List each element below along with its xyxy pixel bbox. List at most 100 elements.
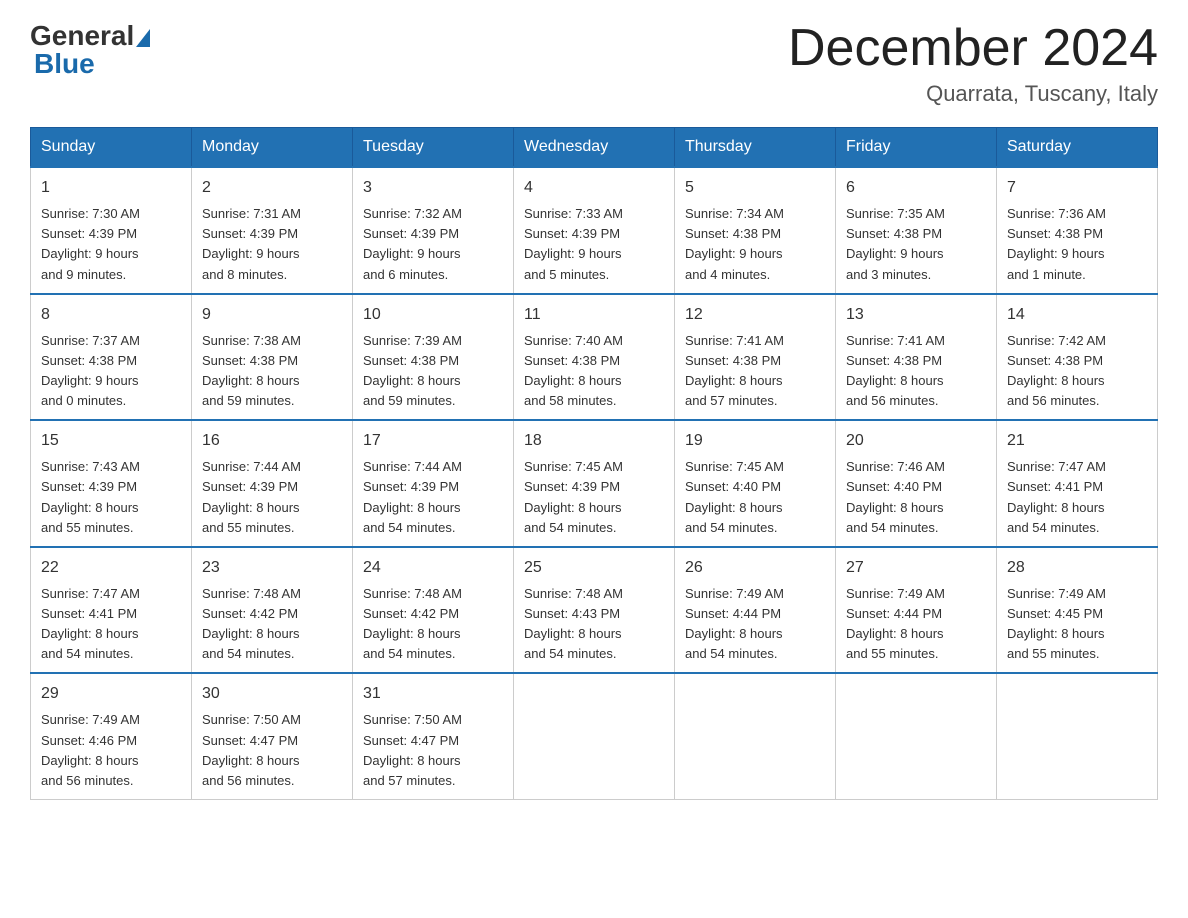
day-info: Sunrise: 7:31 AMSunset: 4:39 PMDaylight:… bbox=[202, 204, 342, 285]
calendar-week-row: 22 Sunrise: 7:47 AMSunset: 4:41 PMDayligh… bbox=[31, 547, 1158, 674]
day-info: Sunrise: 7:38 AMSunset: 4:38 PMDaylight:… bbox=[202, 331, 342, 412]
day-info: Sunrise: 7:47 AMSunset: 4:41 PMDaylight:… bbox=[1007, 457, 1147, 538]
calendar-cell: 26 Sunrise: 7:49 AMSunset: 4:44 PMDayligh… bbox=[675, 547, 836, 674]
day-info: Sunrise: 7:33 AMSunset: 4:39 PMDaylight:… bbox=[524, 204, 664, 285]
day-number: 24 bbox=[363, 556, 503, 580]
calendar-cell: 12Sunrise: 7:41 AMSunset: 4:38 PMDayligh… bbox=[675, 294, 836, 421]
calendar-cell: 21 Sunrise: 7:47 AMSunset: 4:41 PMDayligh… bbox=[997, 420, 1158, 547]
day-info: Sunrise: 7:49 AMSunset: 4:46 PMDaylight:… bbox=[41, 710, 181, 791]
calendar-cell: 17Sunrise: 7:44 AMSunset: 4:39 PMDayligh… bbox=[353, 420, 514, 547]
day-info: Sunrise: 7:45 AMSunset: 4:40 PMDaylight:… bbox=[685, 457, 825, 538]
day-number: 26 bbox=[685, 556, 825, 580]
day-info: Sunrise: 7:32 AMSunset: 4:39 PMDaylight:… bbox=[363, 204, 503, 285]
day-number: 27 bbox=[846, 556, 986, 580]
calendar-header-wednesday: Wednesday bbox=[514, 128, 675, 168]
day-info: Sunrise: 7:44 AMSunset: 4:39 PMDaylight:… bbox=[202, 457, 342, 538]
day-number: 3 bbox=[363, 176, 503, 200]
calendar-cell: 9 Sunrise: 7:38 AMSunset: 4:38 PMDaylight… bbox=[192, 294, 353, 421]
day-info: Sunrise: 7:42 AMSunset: 4:38 PMDaylight:… bbox=[1007, 331, 1147, 412]
day-number: 25 bbox=[524, 556, 664, 580]
day-info: Sunrise: 7:50 AMSunset: 4:47 PMDaylight:… bbox=[202, 710, 342, 791]
day-info: Sunrise: 7:41 AMSunset: 4:38 PMDaylight:… bbox=[685, 331, 825, 412]
calendar-cell: 18 Sunrise: 7:45 AMSunset: 4:39 PMDayligh… bbox=[514, 420, 675, 547]
day-number: 11 bbox=[524, 303, 664, 327]
calendar-table: SundayMondayTuesdayWednesdayThursdayFrid… bbox=[30, 127, 1158, 800]
day-info: Sunrise: 7:44 AMSunset: 4:39 PMDaylight:… bbox=[363, 457, 503, 538]
calendar-week-row: 29 Sunrise: 7:49 AMSunset: 4:46 PMDayligh… bbox=[31, 673, 1158, 799]
day-number: 23 bbox=[202, 556, 342, 580]
calendar-cell: 10 Sunrise: 7:39 AMSunset: 4:38 PMDayligh… bbox=[353, 294, 514, 421]
logo-blue-text: Blue bbox=[34, 48, 95, 79]
calendar-header-row: SundayMondayTuesdayWednesdayThursdayFrid… bbox=[31, 128, 1158, 168]
calendar-week-row: 8 Sunrise: 7:37 AMSunset: 4:38 PMDaylight… bbox=[31, 294, 1158, 421]
day-info: Sunrise: 7:49 AMSunset: 4:44 PMDaylight:… bbox=[685, 584, 825, 665]
day-number: 9 bbox=[202, 303, 342, 327]
day-info: Sunrise: 7:50 AMSunset: 4:47 PMDaylight:… bbox=[363, 710, 503, 791]
calendar-cell: 11Sunrise: 7:40 AMSunset: 4:38 PMDayligh… bbox=[514, 294, 675, 421]
calendar-cell bbox=[997, 673, 1158, 799]
calendar-cell: 8 Sunrise: 7:37 AMSunset: 4:38 PMDaylight… bbox=[31, 294, 192, 421]
day-info: Sunrise: 7:47 AMSunset: 4:41 PMDaylight:… bbox=[41, 584, 181, 665]
day-info: Sunrise: 7:49 AMSunset: 4:45 PMDaylight:… bbox=[1007, 584, 1147, 665]
day-number: 2 bbox=[202, 176, 342, 200]
day-number: 1 bbox=[41, 176, 181, 200]
day-number: 13 bbox=[846, 303, 986, 327]
day-info: Sunrise: 7:45 AMSunset: 4:39 PMDaylight:… bbox=[524, 457, 664, 538]
calendar-header-friday: Friday bbox=[836, 128, 997, 168]
day-number: 20 bbox=[846, 429, 986, 453]
day-info: Sunrise: 7:39 AMSunset: 4:38 PMDaylight:… bbox=[363, 331, 503, 412]
day-number: 18 bbox=[524, 429, 664, 453]
calendar-header-tuesday: Tuesday bbox=[353, 128, 514, 168]
calendar-cell: 5 Sunrise: 7:34 AMSunset: 4:38 PMDaylight… bbox=[675, 167, 836, 294]
day-number: 10 bbox=[363, 303, 503, 327]
day-info: Sunrise: 7:49 AMSunset: 4:44 PMDaylight:… bbox=[846, 584, 986, 665]
calendar-cell: 6 Sunrise: 7:35 AMSunset: 4:38 PMDaylight… bbox=[836, 167, 997, 294]
calendar-cell: 3 Sunrise: 7:32 AMSunset: 4:39 PMDaylight… bbox=[353, 167, 514, 294]
calendar-cell bbox=[675, 673, 836, 799]
logo: General Blue bbox=[30, 20, 152, 80]
day-info: Sunrise: 7:37 AMSunset: 4:38 PMDaylight:… bbox=[41, 331, 181, 412]
day-number: 8 bbox=[41, 303, 181, 327]
day-info: Sunrise: 7:34 AMSunset: 4:38 PMDaylight:… bbox=[685, 204, 825, 285]
calendar-cell: 30 Sunrise: 7:50 AMSunset: 4:47 PMDayligh… bbox=[192, 673, 353, 799]
calendar-cell: 1 Sunrise: 7:30 AMSunset: 4:39 PMDaylight… bbox=[31, 167, 192, 294]
calendar-cell: 14Sunrise: 7:42 AMSunset: 4:38 PMDayligh… bbox=[997, 294, 1158, 421]
calendar-cell: 7 Sunrise: 7:36 AMSunset: 4:38 PMDaylight… bbox=[997, 167, 1158, 294]
calendar-cell: 15 Sunrise: 7:43 AMSunset: 4:39 PMDayligh… bbox=[31, 420, 192, 547]
calendar-cell: 4Sunrise: 7:33 AMSunset: 4:39 PMDaylight… bbox=[514, 167, 675, 294]
day-number: 5 bbox=[685, 176, 825, 200]
day-info: Sunrise: 7:41 AMSunset: 4:38 PMDaylight:… bbox=[846, 331, 986, 412]
day-info: Sunrise: 7:35 AMSunset: 4:38 PMDaylight:… bbox=[846, 204, 986, 285]
calendar-cell bbox=[514, 673, 675, 799]
calendar-cell: 28 Sunrise: 7:49 AMSunset: 4:45 PMDayligh… bbox=[997, 547, 1158, 674]
logo-triangle-icon bbox=[136, 29, 150, 47]
calendar-cell: 27 Sunrise: 7:49 AMSunset: 4:44 PMDayligh… bbox=[836, 547, 997, 674]
calendar-cell: 22 Sunrise: 7:47 AMSunset: 4:41 PMDayligh… bbox=[31, 547, 192, 674]
day-number: 16 bbox=[202, 429, 342, 453]
calendar-cell: 19Sunrise: 7:45 AMSunset: 4:40 PMDayligh… bbox=[675, 420, 836, 547]
calendar-cell: 31 Sunrise: 7:50 AMSunset: 4:47 PMDayligh… bbox=[353, 673, 514, 799]
day-number: 28 bbox=[1007, 556, 1147, 580]
day-number: 7 bbox=[1007, 176, 1147, 200]
page-header: General Blue December 2024 Quarrata, Tus… bbox=[30, 20, 1158, 107]
day-number: 30 bbox=[202, 682, 342, 706]
calendar-cell: 13 Sunrise: 7:41 AMSunset: 4:38 PMDayligh… bbox=[836, 294, 997, 421]
day-number: 15 bbox=[41, 429, 181, 453]
day-number: 29 bbox=[41, 682, 181, 706]
day-number: 22 bbox=[41, 556, 181, 580]
day-info: Sunrise: 7:30 AMSunset: 4:39 PMDaylight:… bbox=[41, 204, 181, 285]
day-info: Sunrise: 7:36 AMSunset: 4:38 PMDaylight:… bbox=[1007, 204, 1147, 285]
day-info: Sunrise: 7:48 AMSunset: 4:42 PMDaylight:… bbox=[202, 584, 342, 665]
day-number: 21 bbox=[1007, 429, 1147, 453]
calendar-cell: 16 Sunrise: 7:44 AMSunset: 4:39 PMDayligh… bbox=[192, 420, 353, 547]
calendar-header-thursday: Thursday bbox=[675, 128, 836, 168]
calendar-header-monday: Monday bbox=[192, 128, 353, 168]
day-info: Sunrise: 7:43 AMSunset: 4:39 PMDaylight:… bbox=[41, 457, 181, 538]
calendar-cell: 25 Sunrise: 7:48 AMSunset: 4:43 PMDayligh… bbox=[514, 547, 675, 674]
calendar-cell: 29 Sunrise: 7:49 AMSunset: 4:46 PMDayligh… bbox=[31, 673, 192, 799]
day-info: Sunrise: 7:48 AMSunset: 4:43 PMDaylight:… bbox=[524, 584, 664, 665]
day-number: 6 bbox=[846, 176, 986, 200]
calendar-cell: 24Sunrise: 7:48 AMSunset: 4:42 PMDayligh… bbox=[353, 547, 514, 674]
day-info: Sunrise: 7:46 AMSunset: 4:40 PMDaylight:… bbox=[846, 457, 986, 538]
day-number: 31 bbox=[363, 682, 503, 706]
